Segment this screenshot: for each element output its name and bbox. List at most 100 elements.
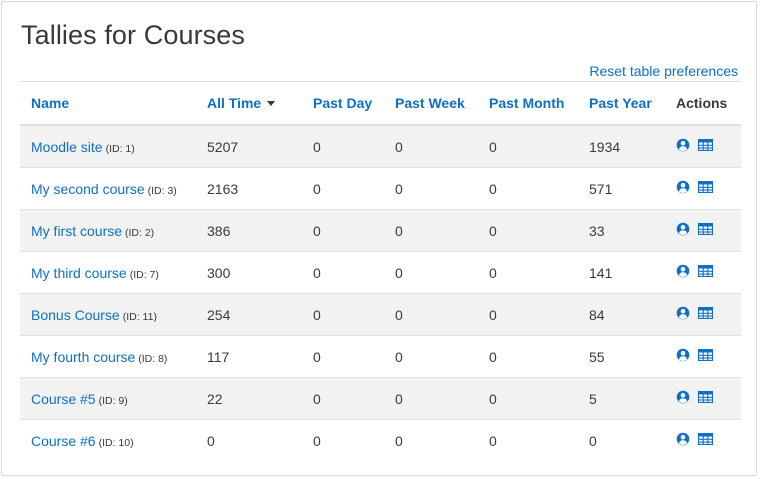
course-link[interactable]: My second course <box>31 181 145 197</box>
course-id: (ID: 9) <box>98 394 128 407</box>
cell-past-day: 0 <box>302 377 384 420</box>
user-icon[interactable] <box>676 138 690 152</box>
cell-past-day: 0 <box>302 167 384 210</box>
sort-by-all-time-link[interactable]: All Time <box>207 95 276 111</box>
table-row: Moodle site (ID: 1) 5207 0 0 0 1934 <box>20 124 741 168</box>
table-icon[interactable] <box>697 138 714 152</box>
table-icon[interactable] <box>697 306 714 320</box>
cell-past-month: 0 <box>478 377 578 420</box>
course-link[interactable]: Course #5 <box>31 391 96 407</box>
cell-past-year: 141 <box>578 251 665 294</box>
table-icon[interactable] <box>697 180 714 194</box>
column-header-all-time[interactable]: All Time <box>196 81 302 126</box>
cell-past-year: 33 <box>578 209 665 252</box>
cell-past-day: 0 <box>302 251 384 294</box>
table-icon[interactable] <box>697 348 714 362</box>
cell-past-day: 0 <box>302 124 384 168</box>
tallies-panel: Tallies for Courses Reset table preferen… <box>1 1 757 476</box>
cell-past-week: 0 <box>384 124 478 168</box>
cell-actions <box>665 209 741 252</box>
cell-past-month: 0 <box>478 293 578 336</box>
course-link[interactable]: Course #6 <box>31 433 96 449</box>
cell-actions <box>665 293 741 336</box>
user-icon[interactable] <box>676 432 690 446</box>
column-header-actions: Actions <box>665 81 741 126</box>
table-row: My first course (ID: 2) 386 0 0 0 33 <box>20 209 741 252</box>
cell-actions <box>665 377 741 420</box>
course-link[interactable]: Moodle site <box>31 139 103 155</box>
cell-past-year: 55 <box>578 335 665 378</box>
course-link[interactable]: My first course <box>31 223 122 239</box>
cell-actions <box>665 167 741 210</box>
course-id: (ID: 10) <box>98 436 134 449</box>
cell-name: Bonus Course (ID: 11) <box>20 293 196 336</box>
table-icon[interactable] <box>697 264 714 278</box>
cell-name: My second course (ID: 3) <box>20 167 196 210</box>
cell-past-month: 0 <box>478 335 578 378</box>
cell-past-year: 84 <box>578 293 665 336</box>
cell-all-time: 386 <box>196 209 302 252</box>
cell-name: My first course (ID: 2) <box>20 209 196 252</box>
cell-all-time: 254 <box>196 293 302 336</box>
column-header-name[interactable]: Name <box>20 81 196 126</box>
table-icon[interactable] <box>697 222 714 236</box>
user-icon[interactable] <box>676 264 690 278</box>
cell-past-week: 0 <box>384 377 478 420</box>
cell-past-day: 0 <box>302 209 384 252</box>
cell-actions <box>665 124 741 168</box>
user-icon[interactable] <box>676 348 690 362</box>
cell-name: My third course (ID: 7) <box>20 251 196 294</box>
cell-past-day: 0 <box>302 335 384 378</box>
reset-table-preferences-link[interactable]: Reset table preferences <box>589 63 738 79</box>
all-time-label: All Time <box>207 95 262 111</box>
cell-past-year: 5 <box>578 377 665 420</box>
cell-name: Course #5 (ID: 9) <box>20 377 196 420</box>
column-header-past-week[interactable]: Past Week <box>384 81 478 126</box>
user-icon[interactable] <box>676 222 690 236</box>
course-link[interactable]: Bonus Course <box>31 307 120 323</box>
cell-all-time: 2163 <box>196 167 302 210</box>
column-header-past-month[interactable]: Past Month <box>478 81 578 126</box>
sort-by-past-year-link[interactable]: Past Year <box>589 95 652 111</box>
cell-all-time: 5207 <box>196 124 302 168</box>
cell-past-year: 1934 <box>578 124 665 168</box>
table-icon[interactable] <box>697 390 714 404</box>
cell-past-week: 0 <box>384 335 478 378</box>
cell-actions <box>665 419 741 461</box>
cell-past-week: 0 <box>384 251 478 294</box>
course-id: (ID: 11) <box>122 310 157 323</box>
cell-past-year: 571 <box>578 167 665 210</box>
table-row: Bonus Course (ID: 11) 254 0 0 0 84 <box>20 293 741 336</box>
course-id: (ID: 7) <box>129 268 159 281</box>
table-header-row: Name All Time Past Day Past Week Past Mo… <box>20 81 741 126</box>
table-icon[interactable] <box>697 432 714 446</box>
cell-past-week: 0 <box>384 419 478 461</box>
cell-past-month: 0 <box>478 209 578 252</box>
cell-past-week: 0 <box>384 209 478 252</box>
column-header-past-day[interactable]: Past Day <box>302 81 384 126</box>
sort-by-past-day-link[interactable]: Past Day <box>313 95 372 111</box>
sort-by-past-month-link[interactable]: Past Month <box>489 95 564 111</box>
cell-actions <box>665 251 741 294</box>
user-icon[interactable] <box>676 390 690 404</box>
course-id: (ID: 8) <box>138 352 168 365</box>
cell-name: Moodle site (ID: 1) <box>20 124 196 168</box>
cell-past-year: 0 <box>578 419 665 461</box>
column-header-past-year[interactable]: Past Year <box>578 81 665 126</box>
table-body: Moodle site (ID: 1) 5207 0 0 0 1934 My second c… <box>20 124 741 461</box>
user-icon[interactable] <box>676 180 690 194</box>
sort-by-name-link[interactable]: Name <box>31 95 69 111</box>
cell-all-time: 117 <box>196 335 302 378</box>
cell-past-month: 0 <box>478 251 578 294</box>
cell-name: My fourth course (ID: 8) <box>20 335 196 378</box>
user-icon[interactable] <box>676 306 690 320</box>
cell-all-time: 22 <box>196 377 302 420</box>
sort-by-past-week-link[interactable]: Past Week <box>395 95 465 111</box>
course-link[interactable]: My third course <box>31 265 127 281</box>
cell-past-month: 0 <box>478 124 578 168</box>
page-title: Tallies for Courses <box>21 20 245 50</box>
sort-descending-icon <box>267 100 276 106</box>
table-row: Course #6 (ID: 10) 0 0 0 0 0 <box>20 419 741 461</box>
cell-all-time: 0 <box>196 419 302 461</box>
course-link[interactable]: My fourth course <box>31 349 135 365</box>
